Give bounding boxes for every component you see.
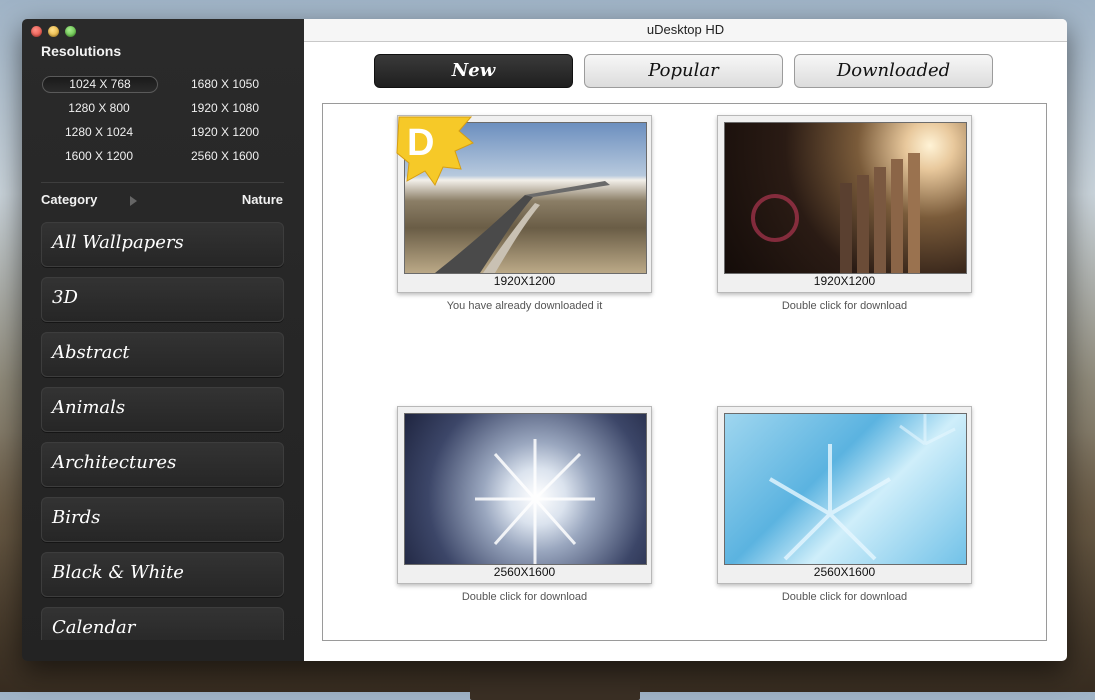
resolution-1680x1050[interactable]: 1680 X 1050: [167, 76, 283, 93]
category-item-all-wallpapers[interactable]: All Wallpapers: [41, 222, 284, 267]
wallpaper-status: You have already downloaded it: [446, 300, 603, 312]
category-item-label: All Wallpapers: [52, 232, 184, 253]
main-content: uDesktop HD New Popular Downloaded 1920X…: [304, 19, 1067, 661]
wallpaper-status: Double click for download: [781, 591, 908, 603]
downloaded-badge-letter: D: [407, 122, 434, 164]
resolution-2560x1600[interactable]: 2560 X 1600: [167, 148, 283, 165]
resolution-1280x800[interactable]: 1280 X 800: [41, 100, 157, 117]
category-item-label: Calendar: [52, 617, 136, 638]
wallpaper-frame[interactable]: 2560X1600: [397, 406, 652, 584]
snowflake-icon[interactable]: [724, 413, 967, 565]
wallpaper-gallery: 1920X1200 D You have already downloaded …: [322, 103, 1047, 641]
wallpaper-status: Double click for download: [781, 300, 908, 312]
tab-downloaded[interactable]: Downloaded: [794, 54, 993, 88]
app-window: Resolutions 1024 X 768 1680 X 1050 1280 …: [22, 19, 1067, 661]
wallpaper-resolution: 1920X1200: [493, 274, 556, 288]
category-item-label: Birds: [52, 507, 101, 528]
category-arrow-icon[interactable]: [130, 196, 137, 206]
resolution-1280x1024[interactable]: 1280 X 1024: [41, 124, 157, 141]
category-label: Category: [41, 192, 98, 207]
sidebar-divider: [41, 182, 284, 183]
wooden-fence-sunset-icon[interactable]: [724, 122, 967, 274]
wallpaper-resolution: 2560X1600: [493, 565, 556, 579]
category-item-label: 3D: [52, 287, 78, 308]
window-title: uDesktop HD: [304, 19, 1067, 42]
tab-bar: New Popular Downloaded: [374, 54, 994, 88]
resolutions-heading: Resolutions: [41, 43, 122, 59]
tab-popular[interactable]: Popular: [584, 54, 783, 88]
wallpaper-frame[interactable]: 1920X1200: [717, 115, 972, 293]
category-item-label: Black & White: [52, 562, 184, 583]
resolution-1024x768[interactable]: 1024 X 768: [42, 76, 158, 93]
category-item-architectures[interactable]: Architectures: [41, 442, 284, 487]
category-item-birds[interactable]: Birds: [41, 497, 284, 542]
close-button[interactable]: [31, 26, 42, 37]
wallpaper-frame[interactable]: 2560X1600: [717, 406, 972, 584]
desktop-background-post: [470, 660, 640, 700]
wallpaper-status: Double click for download: [461, 591, 588, 603]
wallpaper-resolution: 2560X1600: [813, 565, 876, 579]
category-list[interactable]: All Wallpapers 3D Abstract Animals Archi…: [41, 222, 284, 640]
category-item-3d[interactable]: 3D: [41, 277, 284, 322]
category-item-calendar[interactable]: Calendar: [41, 607, 284, 640]
resolution-1920x1200[interactable]: 1920 X 1200: [167, 124, 283, 141]
resolution-1920x1080[interactable]: 1920 X 1080: [167, 100, 283, 117]
downloaded-badge-icon: D: [396, 116, 474, 187]
frosted-plant-icon[interactable]: [404, 413, 647, 565]
resolution-1600x1200[interactable]: 1600 X 1200: [41, 148, 157, 165]
tab-new[interactable]: New: [374, 54, 573, 88]
wallpaper-resolution: 1920X1200: [813, 274, 876, 288]
category-item-label: Animals: [52, 397, 126, 418]
category-item-black-white[interactable]: Black & White: [41, 552, 284, 597]
category-value: Nature: [241, 192, 283, 207]
category-item-label: Architectures: [52, 452, 177, 473]
window-controls: [31, 26, 76, 37]
category-item-abstract[interactable]: Abstract: [41, 332, 284, 377]
category-item-label: Abstract: [52, 342, 130, 363]
zoom-button[interactable]: [65, 26, 76, 37]
category-item-animals[interactable]: Animals: [41, 387, 284, 432]
sidebar: Resolutions 1024 X 768 1680 X 1050 1280 …: [22, 19, 304, 661]
minimize-button[interactable]: [48, 26, 59, 37]
